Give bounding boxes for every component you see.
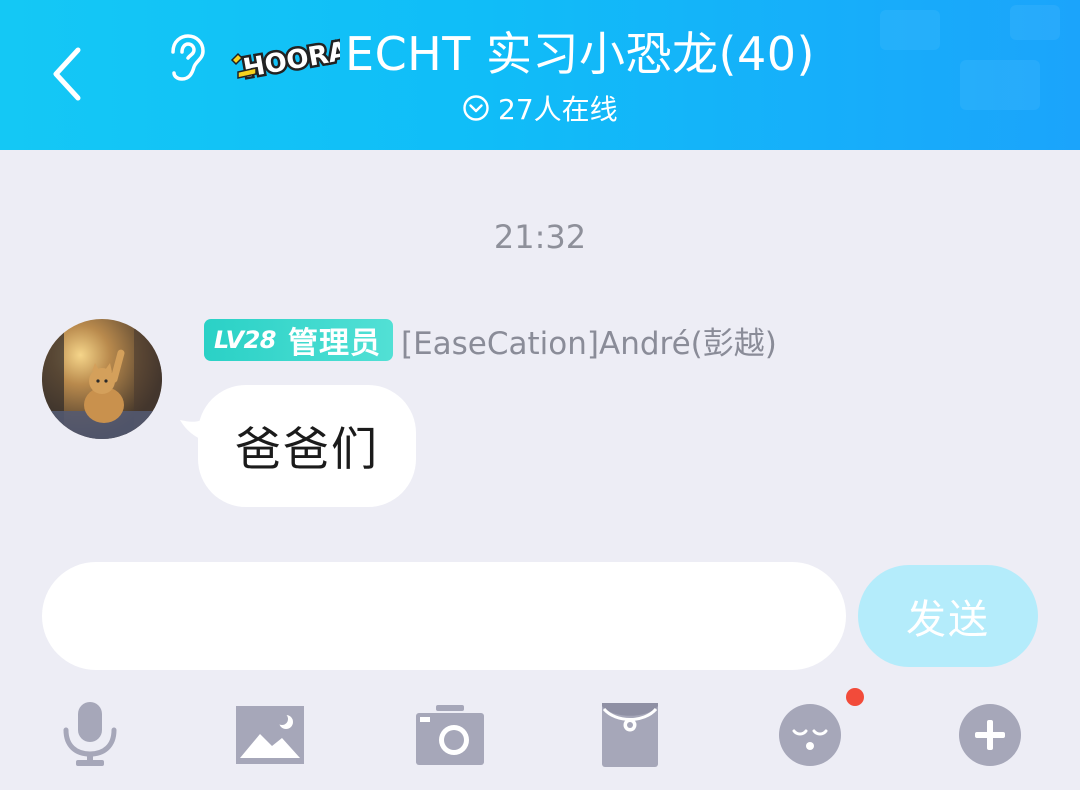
- message-input[interactable]: [42, 562, 846, 670]
- chat-header: HOORAY ECHT 实习小恐龙(40) 27人在线: [0, 0, 1080, 150]
- group-title: ECHT 实习小恐龙(40): [345, 27, 815, 81]
- input-bar: 发送: [0, 540, 1080, 790]
- chevron-down-circle-icon: [463, 95, 489, 121]
- header-decoration: [880, 10, 940, 50]
- emoji-icon[interactable]: [770, 695, 850, 775]
- avatar[interactable]: [42, 319, 162, 439]
- message-timestamp: 21:32: [493, 218, 587, 256]
- ear-icon[interactable]: [163, 32, 209, 84]
- role-label: 管理员: [287, 326, 381, 361]
- sender-info[interactable]: LV28 管理员 [EaseCation]André(彭越): [204, 318, 777, 362]
- level-badge: LV28 管理员: [204, 319, 393, 361]
- header-decoration: [960, 60, 1040, 110]
- header-decoration: [1010, 5, 1060, 40]
- sender-name[interactable]: [EaseCation]André(彭越): [401, 318, 777, 363]
- red-packet-icon[interactable]: [590, 695, 670, 775]
- level-label: LV28: [214, 326, 276, 354]
- chevron-left-icon: [53, 47, 81, 101]
- image-icon[interactable]: [230, 695, 310, 775]
- microphone-icon[interactable]: [50, 695, 130, 775]
- group-logo: HOORAY: [230, 31, 370, 87]
- send-button[interactable]: 发送: [858, 565, 1038, 667]
- message-bubble[interactable]: 爸爸们: [198, 385, 416, 507]
- notification-dot: [846, 688, 864, 706]
- back-button[interactable]: [38, 38, 94, 110]
- message-list[interactable]: 21:32 LV28 管理员 [EaseCation]André(彭越) 爸爸们: [0, 150, 1080, 540]
- online-count[interactable]: 27人在线: [462, 88, 618, 128]
- camera-icon[interactable]: [410, 695, 490, 775]
- online-count-label: 27人在线: [498, 93, 618, 126]
- plus-icon[interactable]: [950, 695, 1030, 775]
